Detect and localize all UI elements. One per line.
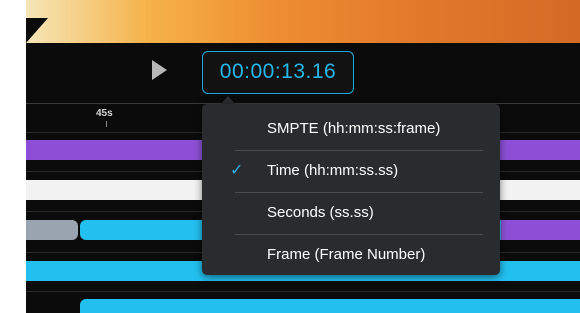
menu-item-frame[interactable]: Frame (Frame Number) bbox=[202, 234, 500, 276]
track-clip-blue-bottom[interactable] bbox=[80, 299, 580, 313]
menu-item-label: Time (hh:mm:ss.ss) bbox=[267, 162, 399, 179]
video-preview-strip bbox=[26, 0, 580, 43]
menu-item-label: Frame (Frame Number) bbox=[267, 246, 426, 263]
checkmark-icon: ✓ bbox=[230, 162, 244, 179]
menu-item-time[interactable]: ✓ Time (hh:mm:ss.ss) bbox=[202, 150, 500, 192]
track-clip-gray[interactable] bbox=[26, 220, 78, 240]
time-format-menu: SMPTE (hh:mm:ss:frame) ✓ Time (hh:mm:ss.… bbox=[202, 104, 500, 275]
timecode-display[interactable]: 00:00:13.16 bbox=[202, 51, 354, 94]
track-clip-purple-end[interactable] bbox=[501, 220, 580, 240]
play-icon[interactable] bbox=[152, 60, 167, 80]
ruler-label: 45s bbox=[96, 108, 113, 119]
preview-corner-shape bbox=[26, 18, 48, 43]
menu-item-smpte[interactable]: SMPTE (hh:mm:ss:frame) bbox=[202, 108, 500, 150]
menu-item-seconds[interactable]: Seconds (ss.ss) bbox=[202, 192, 500, 234]
menu-item-label: SMPTE (hh:mm:ss:frame) bbox=[267, 120, 441, 137]
track-divider bbox=[26, 291, 580, 292]
menu-item-label: Seconds (ss.ss) bbox=[267, 204, 374, 221]
ruler-tick bbox=[106, 121, 107, 127]
